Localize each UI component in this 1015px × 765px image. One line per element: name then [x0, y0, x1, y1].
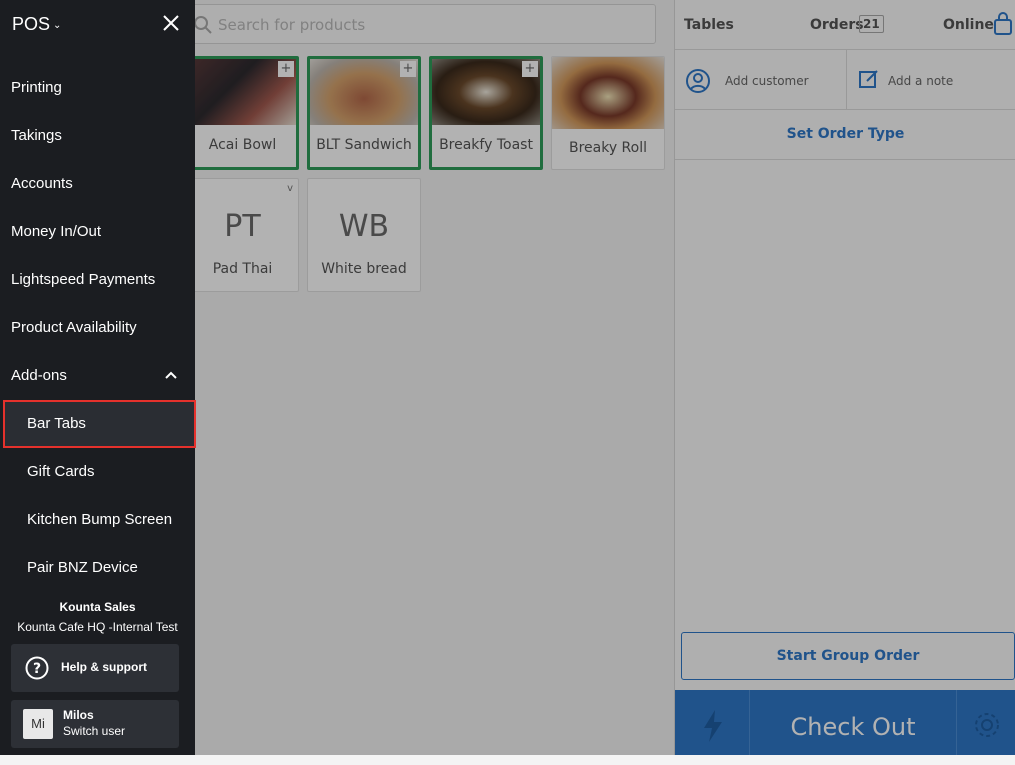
side-menu: POS ⌄ Printing Takings Accounts Money In/… — [0, 0, 196, 755]
switch-user-label: Switch user — [63, 724, 126, 738]
menu-item-lightspeed-payments[interactable]: Lightspeed Payments — [0, 260, 195, 300]
help-support-button[interactable]: ? Help & support — [11, 644, 179, 692]
app-switcher[interactable]: POS ⌄ — [12, 14, 61, 35]
close-icon[interactable] — [163, 15, 179, 31]
org-name: Kounta Sales — [59, 600, 136, 614]
menu-item-accounts[interactable]: Accounts — [0, 164, 195, 204]
site-name: Kounta Cafe HQ -Internal Test — [17, 620, 178, 634]
menu-item-printing[interactable]: Printing — [0, 68, 195, 108]
user-name: Milos — [63, 708, 94, 722]
chevron-down-icon: ⌄ — [53, 20, 62, 31]
help-icon: ? — [25, 656, 49, 680]
help-support-label: Help & support — [61, 660, 147, 674]
avatar: Mi — [23, 709, 53, 739]
menu-item-product-availability[interactable]: Product Availability — [0, 308, 195, 348]
switch-user-button[interactable]: Mi Milos Switch user — [11, 700, 179, 748]
svg-text:?: ? — [33, 661, 41, 677]
chevron-up-icon[interactable] — [164, 370, 178, 380]
menu-item-money-in-out[interactable]: Money In/Out — [0, 212, 195, 252]
menu-item-gift-cards[interactable]: Gift Cards — [0, 452, 195, 492]
menu-item-pair-bnz-device[interactable]: Pair BNZ Device — [0, 548, 195, 588]
menu-item-kitchen-bump-screen[interactable]: Kitchen Bump Screen — [0, 500, 195, 540]
menu-item-bar-tabs[interactable]: Bar Tabs — [3, 400, 196, 448]
menu-item-takings[interactable]: Takings — [0, 116, 195, 156]
brand-label: POS — [12, 14, 51, 34]
